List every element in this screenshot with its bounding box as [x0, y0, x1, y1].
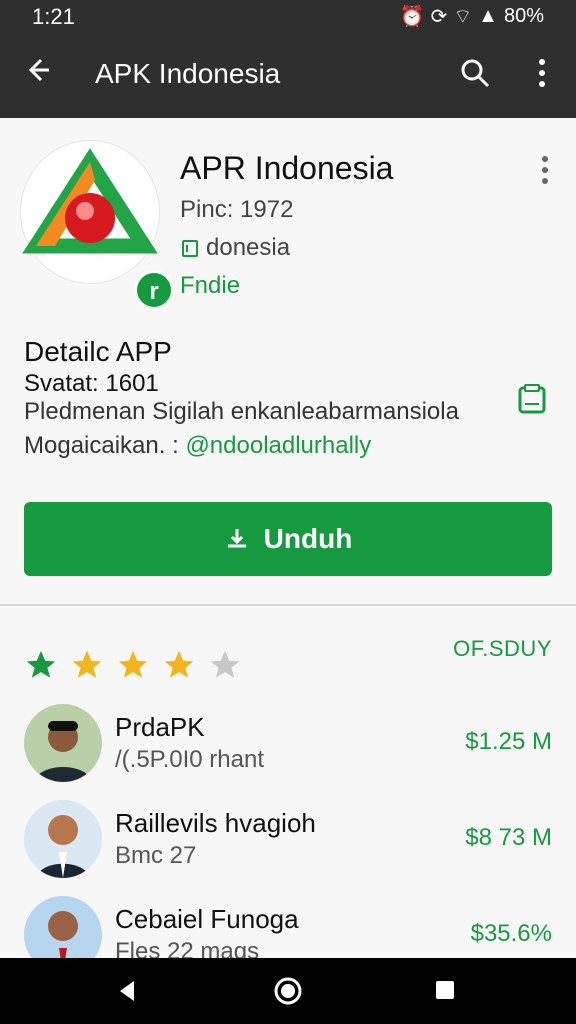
app-logo: r — [20, 140, 174, 310]
divider — [0, 604, 576, 606]
details-contact: Mogaicaikan. : @ndooladlurhally — [24, 432, 372, 459]
star-icon — [72, 650, 102, 678]
app-country: donesia — [180, 234, 290, 262]
signal-icon: ▲ — [478, 5, 498, 27]
nav-back-icon[interactable] — [114, 978, 140, 1004]
star-icon — [118, 650, 148, 678]
battery-label: 80% — [503, 5, 544, 27]
list-item-subtitle: /(.5P.0I0 rhant — [115, 746, 264, 773]
nav-recents-icon[interactable] — [433, 978, 457, 1002]
rating-stars — [24, 648, 242, 682]
status-bar: 1:21 ⏰ ⟳ ⌔ ▲ 80% — [0, 0, 576, 32]
badge-icon: r — [134, 270, 174, 310]
wifi-icon: ⌔ — [453, 6, 473, 28]
download-icon — [227, 529, 246, 548]
details-status: Svatat: 1601 — [24, 370, 159, 397]
refresh-icon: ⟳ — [430, 6, 448, 28]
list-item-amount: $35.6% — [470, 920, 552, 947]
price-label: OF.SDUY — [453, 636, 552, 661]
list-item-subtitle: Bmc 27 — [115, 842, 197, 869]
list-item-name: PrdaPK — [115, 712, 205, 742]
list-item[interactable]: Raillevils hvagioh Bmc 27 $8 73 M — [24, 800, 552, 892]
list-item-name: Raillevils hvagioh — [115, 808, 316, 838]
page-title: APK Indonesia — [95, 58, 281, 89]
star-icon — [164, 650, 194, 678]
star-icon — [210, 650, 240, 678]
status-time: 1:21 — [32, 4, 75, 29]
search-icon[interactable] — [458, 56, 492, 90]
details-description: Pledmenan Sigilah enkanleabarmansiola — [24, 398, 459, 425]
system-nav-bar — [0, 958, 576, 1024]
content-area: r APR Indonesia Pinc: 1972 donesia Fndie… — [0, 118, 576, 974]
star-icon — [26, 650, 56, 678]
app-meta: Pinc: 1972 — [180, 196, 294, 223]
alarm-icon: ⏰ — [399, 6, 425, 28]
details-title: Detailc APP — [24, 336, 172, 367]
list-item-amount: $1.25 M — [465, 728, 552, 755]
avatar — [24, 800, 102, 878]
device-icon — [182, 240, 198, 257]
list-item-name: Cebaiel Funoga — [115, 904, 299, 934]
clipboard-icon[interactable] — [514, 382, 550, 418]
nav-home-icon[interactable] — [273, 976, 303, 1006]
list-item[interactable]: PrdaPK /(.5P.0I0 rhant $1.25 M — [24, 704, 552, 796]
download-label: Unduh — [263, 523, 353, 554]
app-name: APR Indonesia — [180, 150, 394, 186]
app-bar: APK Indonesia — [0, 32, 576, 118]
download-button[interactable]: Unduh — [24, 502, 552, 576]
status-icons: ⏰ ⟳ ⌔ ▲ 80% — [400, 4, 544, 29]
more-options-icon[interactable] — [532, 56, 552, 90]
app-overflow-icon[interactable] — [536, 154, 554, 186]
avatar — [24, 704, 102, 782]
list-item-amount: $8 73 M — [465, 824, 552, 851]
contact-label: Mogaicaikan. — [24, 432, 166, 459]
developer-link[interactable]: Fndie — [180, 272, 240, 300]
app-country-label: donesia — [206, 234, 291, 261]
back-arrow-icon[interactable] — [22, 54, 54, 86]
contact-handle[interactable]: @ndooladlurhally — [185, 432, 371, 459]
